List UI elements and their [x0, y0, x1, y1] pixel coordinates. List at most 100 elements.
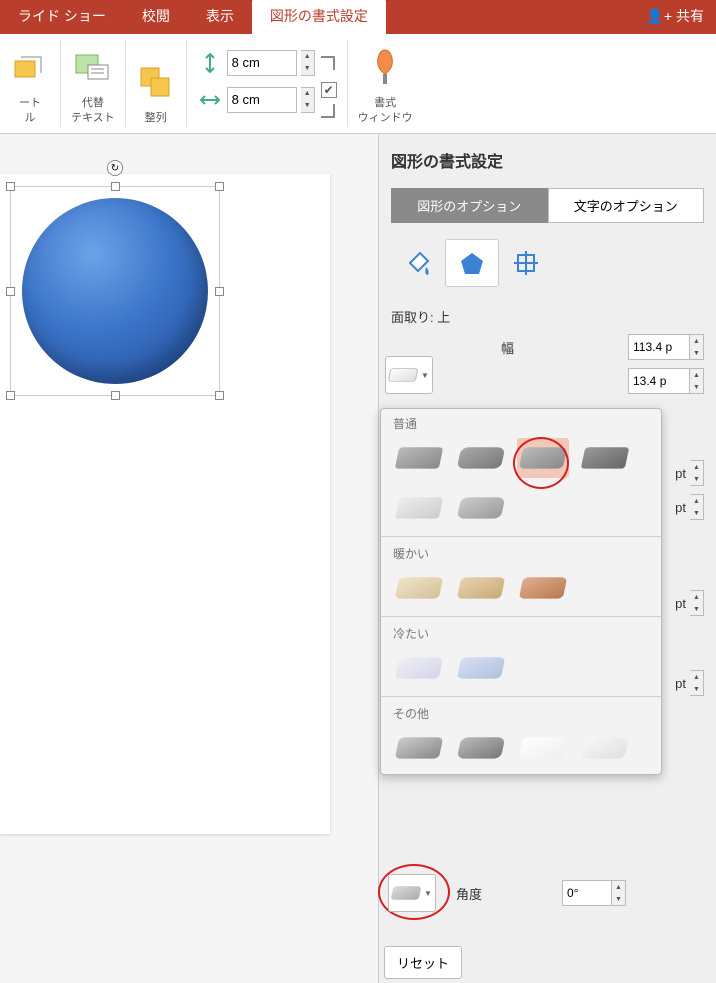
format-category-tabs — [391, 239, 704, 287]
resize-handle-s[interactable] — [111, 391, 120, 400]
ribbon-toolbar: ート ル 代替 テキスト 整列 ▲▼ ▲▼ ✔ — [0, 34, 716, 134]
width-input[interactable] — [227, 87, 297, 113]
bevel-preset-warm-3[interactable] — [517, 568, 569, 608]
chevron-down-icon: ▼ — [421, 371, 429, 380]
ribbon-tab-bar: ライド ショー 校閲 表示 図形の書式設定 👤+ 共有 — [0, 0, 716, 34]
spinner-down-icon[interactable]: ▼ — [301, 100, 314, 112]
bevel-preset-popup: 普通 暖かい 冷たい その他 — [380, 408, 662, 775]
label-angle: 角度 — [456, 884, 482, 903]
bevel-preset-normal-3[interactable] — [517, 438, 569, 478]
bevel-preset-other-4[interactable] — [579, 728, 631, 768]
bevel-preset-warm-1[interactable] — [393, 568, 445, 608]
bevel-preset-cool-1[interactable] — [393, 648, 445, 688]
material-preset-area: ▼ 角度 ▲▼ — [388, 874, 626, 912]
popup-section-other: その他 — [393, 705, 649, 722]
arrange-label: 整列 — [145, 111, 167, 125]
angle-spinner[interactable]: ▲▼ — [612, 880, 626, 906]
spinner-up-icon[interactable]: ▲ — [301, 88, 314, 100]
format-window-icon — [365, 44, 405, 92]
canvas-area[interactable]: ↻ — [0, 134, 378, 983]
spinner[interactable]: ▲▼ — [690, 494, 704, 520]
bevel-preset-warm-2[interactable] — [455, 568, 507, 608]
slide[interactable]: ↻ — [0, 174, 330, 834]
tab-shape-options[interactable]: 図形のオプション — [391, 188, 548, 223]
share-label: 共有 — [676, 6, 704, 26]
popup-section-normal: 普通 — [393, 415, 649, 432]
group-format-window[interactable]: 書式 ウィンドウ — [348, 40, 423, 127]
pane-title: 図形の書式設定 — [391, 148, 704, 172]
sphere-shape[interactable] — [22, 198, 208, 384]
bevel-preset-normal-1[interactable] — [393, 438, 445, 478]
group-size: ▲▼ ▲▼ ✔ — [187, 40, 348, 127]
unit-pt: pt — [675, 500, 686, 515]
share-icon: 👤+ — [646, 8, 672, 25]
tab-size-props[interactable] — [499, 239, 553, 287]
tab-slideshow[interactable]: ライド ショー — [0, 0, 124, 34]
label-width: 幅 — [501, 338, 514, 357]
resize-handle-w[interactable] — [6, 287, 15, 296]
section-bevel-top: 面取り: 上 — [391, 307, 704, 326]
wordart-icon — [10, 44, 50, 92]
popup-section-warm: 暖かい — [393, 545, 649, 562]
group-alt-text[interactable]: 代替 テキスト — [61, 40, 126, 127]
bevel-preset-other-2[interactable] — [455, 728, 507, 768]
group-wordart[interactable]: ート ル — [0, 40, 61, 127]
bevel-preset-normal-2[interactable] — [455, 438, 507, 478]
resize-handle-n[interactable] — [111, 182, 120, 191]
size-props-icon — [512, 249, 540, 277]
angle-input[interactable] — [562, 880, 612, 906]
option-tabs: 図形のオプション 文字のオプション — [391, 188, 704, 223]
bevel-top-preset-button[interactable]: ▼ — [385, 356, 433, 394]
spinner-up-icon[interactable]: ▲ — [301, 51, 314, 63]
height-icon — [197, 52, 223, 74]
tab-view[interactable]: 表示 — [188, 0, 252, 34]
unit-pt: pt — [675, 596, 686, 611]
spinner[interactable]: ▲▼ — [690, 460, 704, 486]
bracket-icon — [321, 56, 335, 70]
tab-shape-format[interactable]: 図形の書式設定 — [252, 0, 386, 34]
bevel-preset-other-1[interactable] — [393, 728, 445, 768]
bevel-preset-normal-6[interactable] — [455, 488, 507, 528]
popup-section-cool: 冷たい — [393, 625, 649, 642]
bevel-preset-normal-4[interactable] — [579, 438, 631, 478]
bevel-preset-normal-5[interactable] — [393, 488, 445, 528]
bevel-preset-cool-2[interactable] — [455, 648, 507, 688]
alt-text-label: 代替 テキスト — [71, 96, 115, 125]
spinner[interactable]: ▲▼ — [690, 670, 704, 696]
resize-handle-ne[interactable] — [215, 182, 224, 191]
spinner[interactable]: ▲▼ — [690, 590, 704, 616]
arrange-icon — [136, 59, 176, 107]
format-window-label: 書式 ウィンドウ — [358, 96, 413, 125]
shape-selection[interactable]: ↻ — [10, 186, 220, 396]
tab-review[interactable]: 校閲 — [124, 0, 188, 34]
resize-handle-nw[interactable] — [6, 182, 15, 191]
alt-text-icon — [73, 44, 113, 92]
share-button[interactable]: 👤+ 共有 — [646, 6, 704, 26]
bevel-preset-other-3[interactable] — [517, 728, 569, 768]
width-icon — [197, 89, 223, 111]
tab-fill-line[interactable] — [391, 239, 445, 287]
tab-text-options[interactable]: 文字のオプション — [548, 188, 705, 223]
group-arrange[interactable]: 整列 — [126, 40, 187, 127]
unit-pt: pt — [675, 466, 686, 481]
bevel-width-input[interactable] — [628, 334, 690, 360]
lock-aspect-checkbox[interactable]: ✔ — [321, 82, 337, 98]
material-preset-button[interactable]: ▼ — [388, 874, 436, 912]
height-spinner[interactable]: ▲▼ — [301, 50, 315, 76]
spinner-down-icon[interactable]: ▼ — [301, 63, 314, 75]
height-input[interactable] — [227, 50, 297, 76]
wordart-label: ート ル — [19, 96, 41, 125]
width-spinner[interactable]: ▲▼ — [301, 87, 315, 113]
bevel-height-input[interactable] — [628, 368, 690, 394]
resize-handle-e[interactable] — [215, 287, 224, 296]
bevel-width-spinner[interactable]: ▲▼ — [690, 334, 704, 360]
tab-effects[interactable] — [445, 239, 499, 287]
bevel-height-spinner[interactable]: ▲▼ — [690, 368, 704, 394]
unit-pt: pt — [675, 676, 686, 691]
resize-handle-sw[interactable] — [6, 391, 15, 400]
bracket-icon — [321, 104, 335, 118]
paint-bucket-icon — [404, 249, 432, 277]
rotate-handle[interactable]: ↻ — [107, 160, 123, 176]
resize-handle-se[interactable] — [215, 391, 224, 400]
reset-button[interactable]: リセット — [384, 946, 462, 979]
